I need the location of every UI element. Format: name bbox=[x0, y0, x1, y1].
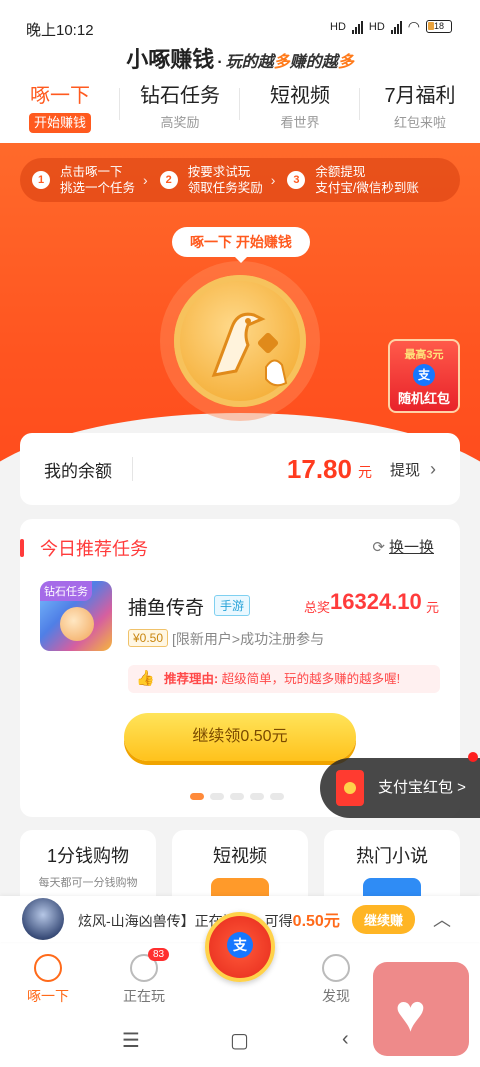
status-time: 晚上10:12 bbox=[26, 22, 94, 39]
balance-card: 我的余额 17.80 元 提现 › bbox=[20, 433, 460, 505]
chevron-up-icon[interactable]: ︿ bbox=[433, 906, 451, 932]
tab-july-bonus[interactable]: 7月福利 红包来啦 bbox=[360, 82, 480, 133]
refresh-icon: ⟳ bbox=[372, 539, 385, 556]
game-name: 捕鱼传奇 bbox=[128, 598, 205, 619]
heart-icon: ♥ bbox=[395, 985, 426, 1043]
back-icon[interactable]: ‹ bbox=[342, 1028, 349, 1051]
balance-label: 我的余额 bbox=[44, 461, 112, 481]
divider bbox=[132, 457, 133, 481]
diamond-task-tag: 钻石任务 bbox=[40, 581, 92, 601]
top-tabs: 啄一下 开始赚钱 钻石任务 高奖励 短视频 看世界 7月福利 红包来啦 bbox=[0, 82, 480, 133]
status-bar: 晚上10:12 HD HD ◠ 18 bbox=[0, 0, 480, 40]
continue-earn-button[interactable]: 继续赚 bbox=[352, 904, 416, 934]
alipay-icon: 支 bbox=[413, 364, 435, 386]
signal-1-label: HD bbox=[330, 20, 346, 33]
signal-2-icon bbox=[390, 20, 402, 34]
task-description: [限新用户>成功注册参与 bbox=[172, 631, 325, 647]
nav-playing[interactable]: 83 正在玩 bbox=[96, 942, 192, 1014]
alipay-icon: 支 bbox=[227, 932, 253, 958]
reward-badge: ¥0.50 bbox=[128, 629, 169, 647]
withdraw-link[interactable]: 提现 bbox=[390, 459, 420, 480]
playing-count-badge: 83 bbox=[148, 948, 170, 961]
continue-claim-button[interactable]: 继续领0.50元 bbox=[124, 713, 356, 761]
step-3: 3 余额提现 支付宝/微信秒到账 bbox=[275, 164, 419, 196]
chevron-right-icon: › bbox=[270, 172, 276, 188]
prize-amount: 16324.10 bbox=[330, 589, 422, 614]
red-envelope-icon bbox=[336, 770, 364, 806]
signal-2-label: HD bbox=[368, 20, 385, 33]
peck-bubble[interactable]: 啄一下 开始赚钱 bbox=[172, 227, 310, 263]
section-title: 今日推荐任务 bbox=[40, 539, 148, 559]
woodpecker-coin-icon bbox=[174, 275, 306, 407]
alipay-redpack-float[interactable]: 支付宝红包 > bbox=[320, 752, 480, 818]
game-type-badge: 手游 bbox=[214, 595, 251, 616]
app-header: 小啄赚钱 · 玩的越多赚的越多 啄一下 开始赚钱 钻石任务 高奖励 短视频 看世界 … bbox=[0, 40, 480, 143]
game-avatar bbox=[22, 898, 64, 940]
alipay-center-button[interactable]: 支 bbox=[205, 912, 275, 982]
random-redpack-button[interactable]: 最高3元 支 随机红包 bbox=[388, 339, 460, 413]
wifi-icon: ◠ bbox=[407, 18, 420, 34]
title-accent-bar bbox=[20, 539, 24, 557]
chevron-right-icon: › bbox=[143, 172, 148, 188]
status-icons: HD HD ◠ 18 bbox=[330, 18, 452, 35]
game-icon[interactable]: 钻石任务 bbox=[40, 581, 112, 651]
heart-floating-app[interactable]: ♥ bbox=[373, 962, 469, 1056]
tab-peck[interactable]: 啄一下 开始赚钱 bbox=[0, 82, 120, 133]
step-1: 1 点击啄一下 挑选一个任务 › bbox=[20, 164, 148, 196]
swap-button[interactable]: ⟳ 换一换 bbox=[372, 536, 434, 557]
tab-video[interactable]: 短视频 看世界 bbox=[240, 82, 360, 133]
menu-icon[interactable]: ☰ bbox=[122, 1028, 140, 1053]
carousel-dots bbox=[190, 793, 284, 800]
notification-dot bbox=[468, 752, 478, 762]
steps-guide: 1 点击啄一下 挑选一个任务 › 2 按要求试玩 领取任务奖励 › 3 余额提现 支付… bbox=[20, 158, 460, 202]
balance-amount: 17.80 bbox=[286, 453, 352, 484]
prize-unit: 元 bbox=[426, 600, 440, 615]
signal-1-icon bbox=[351, 20, 363, 34]
nav-discover[interactable]: 发现 bbox=[288, 942, 384, 1014]
home-icon[interactable]: ▢ bbox=[230, 1028, 249, 1053]
brand-slogan: 玩的越多赚的越多 bbox=[225, 54, 354, 71]
chevron-right-icon[interactable]: › bbox=[430, 459, 436, 480]
brand-name: 小啄赚钱 bbox=[126, 47, 215, 72]
brand-title: 小啄赚钱 · 玩的越多赚的越多 bbox=[126, 47, 354, 72]
prize-label: 总奖 bbox=[304, 600, 331, 615]
step-2: 2 按要求试玩 领取任务奖励 › bbox=[148, 164, 276, 196]
battery-icon: 18 bbox=[426, 20, 452, 33]
discover-icon bbox=[322, 954, 350, 982]
nav-peck[interactable]: 啄一下 bbox=[0, 942, 96, 1014]
tab-diamond[interactable]: 钻石任务 高奖励 bbox=[120, 82, 240, 133]
balance-unit: 元 bbox=[357, 464, 372, 480]
peck-coin-button[interactable] bbox=[160, 261, 320, 421]
thumbs-up-icon: 👍 bbox=[136, 670, 155, 687]
recommend-reason: 👍 推荐理由: 超级简单，玩的越多赚的越多喔! bbox=[128, 665, 440, 693]
peck-icon bbox=[34, 954, 62, 982]
